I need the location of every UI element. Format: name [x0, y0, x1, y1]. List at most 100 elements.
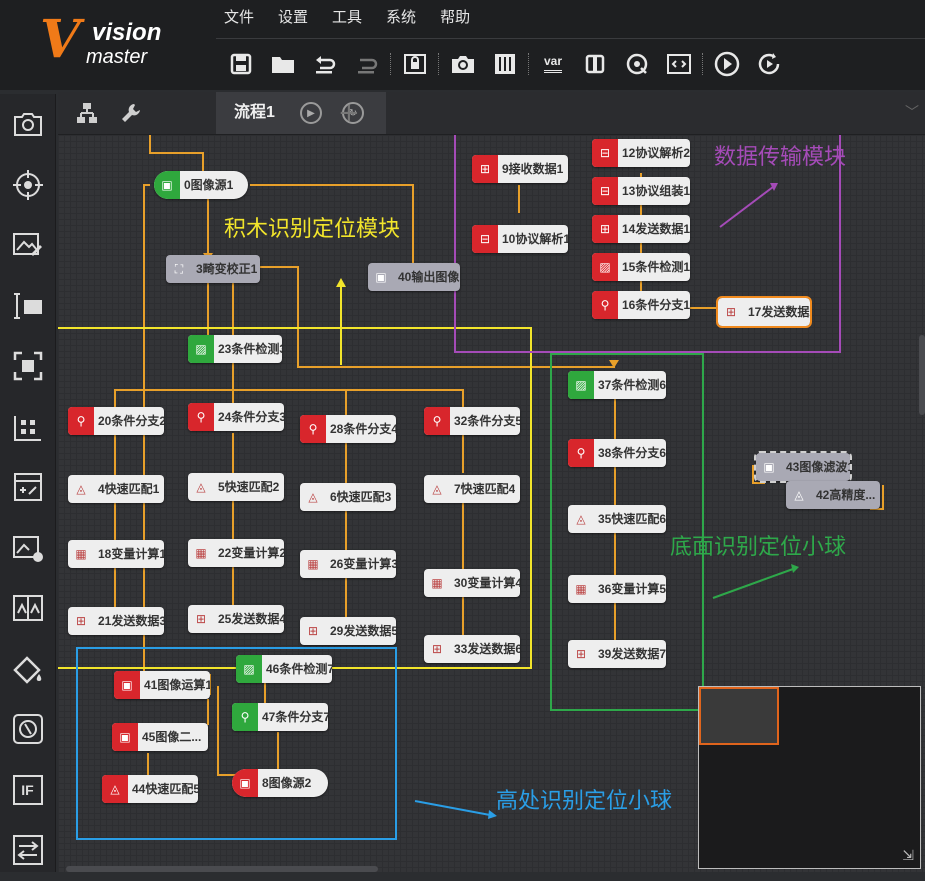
node-module-icon: ⚲ [592, 291, 618, 319]
device-icon[interactable] [574, 47, 616, 81]
flow-node-n13[interactable]: ⊟ 13协议组装1 [592, 177, 690, 205]
flow-node-n47[interactable]: ⚲ 47条件分支7 [232, 703, 328, 731]
add-tab-button[interactable]: + [338, 98, 360, 128]
flow-node-n17[interactable]: ⊞ 17发送数据2 [716, 296, 812, 328]
flow-node-n6[interactable]: ◬ 6快速匹配3 [300, 483, 396, 511]
node-module-icon: ⊞ [725, 305, 737, 319]
flow-node-n37[interactable]: ▨ 37条件检测6 [568, 371, 666, 399]
logic-if-icon[interactable]: IF [0, 760, 55, 821]
vertical-scrollbar[interactable] [919, 335, 925, 415]
node-module-icon: ◬ [196, 480, 206, 494]
compare-icon[interactable] [0, 578, 55, 639]
flow-node-n22[interactable]: ▦ 22变量计算2 [188, 539, 284, 567]
var-icon[interactable]: var [532, 47, 574, 81]
flow-node-n9[interactable]: ⊞ 9接收数据1 [472, 155, 568, 183]
calculate-icon[interactable] [0, 457, 55, 518]
flow-node-n15[interactable]: ▨ 15条件检测1 [592, 253, 690, 281]
flow-node-n28[interactable]: ⚲ 28条件分支4 [300, 415, 396, 443]
menu-help[interactable]: 帮助 [432, 6, 486, 30]
flow-node-n10[interactable]: ⊟ 10协议解析1 [472, 225, 568, 253]
node-label: 22变量计算2 [218, 546, 284, 560]
refresh-target-icon[interactable] [616, 47, 658, 81]
flow-node-n20[interactable]: ⚲ 20条件分支2 [68, 407, 164, 435]
flow-node-n35[interactable]: ◬ 35快速匹配6 [568, 505, 666, 533]
node-module-icon: ▣ [112, 723, 138, 751]
flow-node-n4[interactable]: ◬ 4快速匹配1 [68, 475, 164, 503]
flow-node-n12[interactable]: ⊟ 12协议解析2 [592, 139, 690, 167]
defect-icon[interactable] [0, 699, 55, 760]
flow-node-n45[interactable]: ▣ 45图像二... [112, 723, 208, 751]
flow-canvas[interactable]: 积木识别定位模块 数据传输模块 底面识别定位小球 高处识别定位小球 ▣ 0图像源1… [58, 135, 925, 872]
image-process-icon[interactable] [0, 518, 55, 579]
chevron-down-icon[interactable]: ﹀ [905, 102, 919, 122]
tab-flow-1[interactable]: 流程1 ▶ ↻ [216, 92, 386, 134]
run-loop-icon[interactable] [748, 47, 790, 81]
menu-tools[interactable]: 工具 [324, 6, 378, 30]
node-module-icon: ◬ [794, 488, 804, 502]
color-icon[interactable] [0, 639, 55, 700]
flow-node-n21[interactable]: ⊞ 21发送数据3 [68, 607, 164, 635]
measure-icon[interactable] [0, 276, 55, 337]
wrench-icon[interactable] [116, 100, 146, 126]
flow-node-n41[interactable]: ▣ 41图像运算1 [114, 671, 210, 699]
var-icon-label: var [543, 55, 563, 73]
node-module-icon: ◬ [576, 512, 586, 526]
node-label: 24条件分支3 [218, 410, 284, 424]
controls-icon[interactable] [484, 47, 526, 81]
flow-node-n25[interactable]: ⊞ 25发送数据4 [188, 605, 284, 633]
node-module-icon: ⛶ [174, 261, 184, 276]
minimap-viewport[interactable] [699, 687, 779, 745]
flow-node-n26[interactable]: ▦ 26变量计算3 [300, 550, 396, 578]
menu-settings[interactable]: 设置 [270, 6, 324, 30]
code-icon[interactable] [658, 47, 700, 81]
flow-node-n16[interactable]: ⚲ 16条件分支1 [592, 291, 690, 319]
run-once-icon[interactable] [706, 47, 748, 81]
flow-node-n30[interactable]: ▦ 30变量计算4 [424, 569, 520, 597]
open-folder-icon[interactable] [262, 47, 304, 81]
flow-tree-icon[interactable] [72, 100, 102, 126]
flow-node-n44[interactable]: ◬ 44快速匹配5 [102, 775, 198, 803]
camera-tool-icon[interactable] [0, 94, 55, 155]
node-module-icon: ◬ [76, 482, 86, 496]
flow-node-n7[interactable]: ◬ 7快速匹配4 [424, 475, 520, 503]
node-module-icon: ◬ [432, 482, 442, 496]
resize-corner-icon[interactable]: ⇲ [902, 848, 914, 864]
flow-node-n32[interactable]: ⚲ 32条件分支5 [424, 407, 520, 435]
flow-node-n42[interactable]: ◬ 42高精度... [786, 481, 880, 509]
save-icon[interactable] [220, 47, 262, 81]
menu-system[interactable]: 系统 [378, 6, 432, 30]
calibrate-icon[interactable] [0, 397, 55, 458]
flow-node-n8[interactable]: ▣ 8图像源2 [232, 769, 328, 797]
flow-node-n43[interactable]: ▣ 43图像滤波1 [754, 451, 852, 483]
node-module-icon: ▨ [188, 335, 214, 363]
flow-node-n14[interactable]: ⊞ 14发送数据1 [592, 215, 690, 243]
node-label: 4快速匹配1 [98, 482, 160, 496]
tab-flow-1-label: 流程1 [234, 104, 275, 121]
menu-file[interactable]: 文件 [216, 6, 270, 30]
flow-node-n5[interactable]: ◬ 5快速匹配2 [188, 473, 284, 501]
redo-icon[interactable] [346, 47, 388, 81]
camera-icon[interactable] [442, 47, 484, 81]
flow-node-n23[interactable]: ▨ 23条件检测3 [188, 335, 282, 363]
image-edit-icon[interactable] [0, 215, 55, 276]
locate-target-icon[interactable] [0, 155, 55, 216]
recognize-icon[interactable] [0, 336, 55, 397]
flow-node-n18[interactable]: ▦ 18变量计算1 [68, 540, 164, 568]
undo-icon[interactable] [304, 47, 346, 81]
horizontal-scrollbar[interactable] [66, 866, 378, 872]
tab-run-once-icon[interactable]: ▶ [300, 102, 322, 124]
flow-node-n40[interactable]: ▣ 40输出图像1 [368, 263, 460, 291]
flow-node-n39[interactable]: ⊞ 39发送数据7 [568, 640, 666, 668]
flow-node-n3[interactable]: ⛶ 3畸变校正1 [166, 255, 260, 283]
flow-node-n29[interactable]: ⊞ 29发送数据5 [300, 617, 396, 645]
communication-icon[interactable] [0, 820, 55, 881]
flow-node-n33[interactable]: ⊞ 33发送数据6 [424, 635, 520, 663]
flow-node-n24[interactable]: ⚲ 24条件分支3 [188, 403, 284, 431]
flow-node-n0[interactable]: ▣ 0图像源1 [154, 171, 248, 199]
lock-icon[interactable] [394, 47, 436, 81]
flow-node-n46[interactable]: ▨ 46条件检测7 [236, 655, 332, 683]
flow-node-n36[interactable]: ▦ 36变量计算5 [568, 575, 666, 603]
node-label: 7快速匹配4 [454, 482, 516, 496]
flow-node-n38[interactable]: ⚲ 38条件分支6 [568, 439, 666, 467]
minimap[interactable]: ⇲ [698, 686, 921, 869]
